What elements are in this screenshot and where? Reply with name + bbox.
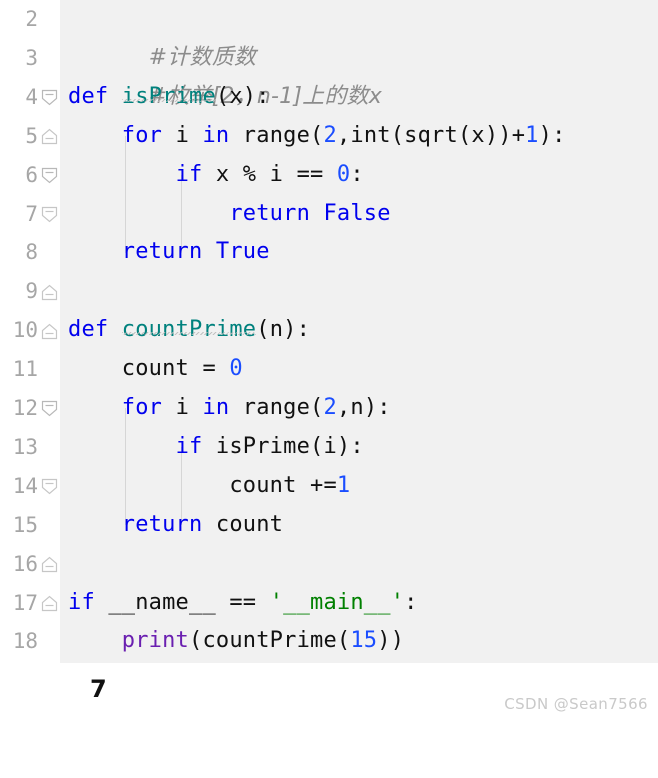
fold-collapse-icon[interactable] — [41, 128, 58, 223]
line-number: 15 — [12, 512, 38, 537]
line-number: 14 — [12, 473, 38, 498]
fold-end-icon[interactable] — [41, 517, 58, 612]
code-text: def isPrime(x): — [68, 78, 658, 117]
code-line-12[interactable]: 12 for i in range(2,n): — [0, 389, 658, 495]
line-number: 8 — [25, 240, 38, 265]
line-number: 12 — [12, 396, 38, 420]
fold-collapse-icon[interactable] — [41, 89, 58, 184]
line-number: 6 — [25, 162, 38, 187]
increment: count += — [229, 472, 337, 498]
call-expr: (countPrime( — [189, 628, 351, 654]
line-number: 5 — [25, 123, 38, 148]
watermark-text: CSDN @Sean7566 — [504, 695, 648, 713]
string-token: '__main__' — [269, 589, 405, 615]
code-text: if __name__ == '__main__': — [68, 584, 658, 623]
code-text: for i in range(2,n): — [68, 389, 658, 428]
code-text: return count — [68, 506, 658, 545]
condition: isPrime(i): — [202, 433, 364, 459]
code-text: count = 0 — [68, 350, 658, 389]
number-token: 0 — [336, 161, 351, 187]
keyword-true: True — [202, 239, 270, 265]
line-number: 18 — [12, 629, 38, 654]
code-text: count +=1 — [68, 467, 658, 506]
code-text: return False — [68, 195, 658, 234]
colon: : — [404, 589, 418, 615]
code-text: if isPrime(i): — [68, 428, 658, 467]
code-text: print(countPrime(15)) — [68, 622, 658, 661]
line-number: 2 — [25, 7, 38, 31]
code-line-14[interactable]: 14 count +=1 — [0, 467, 658, 573]
colon: : — [350, 161, 364, 187]
keyword-for: for — [121, 395, 163, 420]
params: (n): — [256, 317, 311, 343]
code-editor[interactable]: 2 #计数质数 3 #枚举[2，n-1]上的数x 4 def isPrime(x… — [0, 0, 658, 663]
keyword-in: in — [202, 122, 230, 148]
keyword-for: for — [121, 122, 163, 148]
code-line-18[interactable]: 18 print(countPrime(15)) — [0, 622, 658, 661]
number-token: 15 — [350, 628, 378, 654]
params: (x): — [215, 83, 270, 109]
code-text: for i in range(2,int(sqrt(x))+1): — [68, 117, 658, 156]
line-number: 7 — [25, 201, 38, 226]
number-token: 0 — [229, 356, 243, 382]
dunder-name: __name__ == — [94, 589, 270, 615]
loop-var: i — [162, 122, 203, 148]
line-number: 13 — [12, 434, 38, 459]
assignment: count = — [121, 356, 230, 382]
code-text: if x % i == 0: — [68, 156, 658, 195]
loop-var: i — [162, 395, 203, 420]
fold-collapse-icon[interactable] — [41, 323, 58, 417]
condition: x % i == — [202, 161, 337, 187]
keyword-def: def — [68, 317, 109, 343]
close-parens: )) — [377, 628, 405, 654]
number-token: 1 — [525, 122, 539, 148]
keyword-if: if — [175, 161, 203, 187]
fold-collapse-icon[interactable] — [41, 11, 58, 106]
line-number: 3 — [25, 45, 38, 70]
code-text: return True — [68, 233, 658, 272]
keyword-return: return — [121, 511, 203, 537]
keyword-false: False — [310, 200, 391, 226]
close-paren: ): — [538, 122, 566, 148]
line-number: 11 — [12, 357, 38, 382]
fold-end-icon[interactable] — [41, 245, 58, 339]
code-line-17[interactable]: 17 if __name__ == '__main__': — [0, 584, 658, 623]
keyword-return: return — [121, 239, 203, 265]
keyword-in: in — [202, 395, 230, 420]
line-number: 4 — [25, 84, 38, 109]
code-line-7[interactable]: 7 return False — [0, 195, 658, 300]
keyword-if: if — [68, 589, 95, 615]
keyword-if: if — [175, 433, 203, 459]
line-number: 17 — [12, 590, 38, 615]
code-line-2[interactable]: 2 #计数质数 — [0, 0, 658, 106]
output-panel: 7 CSDN @Sean7566 — [0, 663, 658, 727]
line-number: 16 — [12, 551, 38, 576]
line-number: 9 — [25, 279, 38, 304]
fold-collapse-icon[interactable] — [41, 400, 58, 495]
range-call: range( — [229, 395, 324, 420]
keyword-return: return — [229, 200, 311, 226]
builtin-print: print — [121, 628, 190, 654]
expr: ,int(sqrt(x))+ — [336, 122, 526, 148]
line-number: 10 — [12, 318, 38, 343]
function-name: countPrime — [121, 317, 257, 343]
number-token: 2 — [323, 122, 337, 148]
fold-end-icon[interactable] — [41, 478, 58, 573]
function-name: isPrime — [121, 83, 216, 109]
code-line-10[interactable]: 10 def countPrime(n): — [0, 311, 658, 417]
range-args: ,n): — [336, 395, 391, 420]
fold-end-icon[interactable] — [41, 206, 58, 300]
number-token: 2 — [323, 395, 337, 420]
fold-end-icon[interactable] — [41, 50, 58, 145]
code-text: def countPrime(n): — [68, 311, 658, 350]
range-call: range( — [229, 122, 324, 148]
number-token: 1 — [336, 472, 351, 498]
return-value: count — [202, 511, 284, 537]
